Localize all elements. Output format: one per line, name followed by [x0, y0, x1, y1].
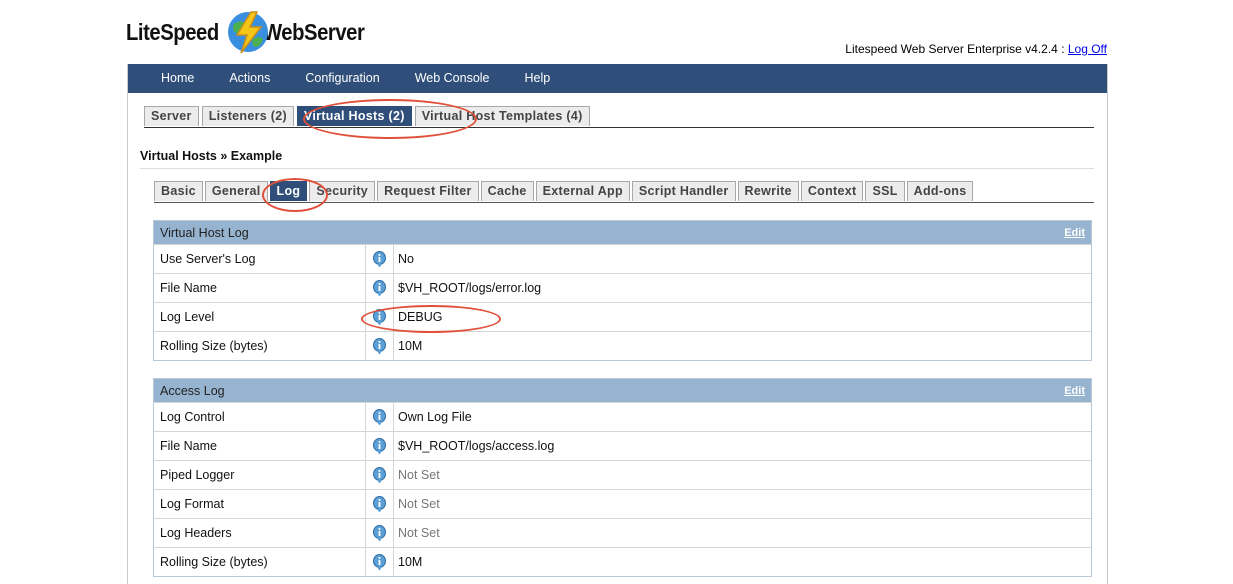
- edit-link[interactable]: Edit: [1064, 227, 1085, 239]
- section-header: Virtual Host Log Edit: [154, 221, 1091, 244]
- logo: LiteSpeed WebServer: [126, 8, 379, 56]
- section-title: Access Log: [160, 383, 225, 398]
- row-value: 10M: [398, 339, 423, 353]
- info-icon[interactable]: [366, 303, 394, 331]
- row-label: Log Level: [154, 303, 366, 331]
- divider: [140, 168, 1094, 169]
- tab-virtual-hosts[interactable]: Virtual Hosts (2): [296, 106, 412, 126]
- row-value: Not Set: [398, 468, 440, 482]
- info-icon[interactable]: [366, 432, 394, 460]
- table-row: Piped Logger Not Set: [154, 460, 1091, 489]
- row-value: Not Set: [398, 497, 440, 511]
- section-header: Access Log Edit: [154, 379, 1091, 402]
- tab-script-handler[interactable]: Script Handler: [631, 181, 736, 201]
- row-label: Log Format: [154, 490, 366, 518]
- edit-link[interactable]: Edit: [1064, 385, 1085, 397]
- main-frame: Home Actions Configuration Web Console H…: [127, 64, 1108, 584]
- breadcrumb: Virtual Hosts » Example: [140, 149, 283, 163]
- logo-text-right: WebServer: [263, 18, 365, 45]
- nav-home[interactable]: Home: [147, 64, 215, 93]
- row-label: Piped Logger: [154, 461, 366, 489]
- product-version: Litespeed Web Server Enterprise v4.2.4 :: [845, 42, 1068, 56]
- tab-cache[interactable]: Cache: [480, 181, 534, 201]
- tab-context[interactable]: Context: [800, 181, 864, 201]
- table-row: Log Headers Not Set: [154, 518, 1091, 547]
- row-label: Use Server's Log: [154, 245, 366, 273]
- tab-add-ons[interactable]: Add-ons: [906, 181, 974, 201]
- tab-ssl[interactable]: SSL: [865, 181, 905, 201]
- info-icon[interactable]: [366, 403, 394, 431]
- tab-basic[interactable]: Basic: [154, 181, 203, 201]
- table-row: File Name $VH_ROOT/logs/error.log: [154, 273, 1091, 302]
- row-label: File Name: [154, 274, 366, 302]
- info-icon[interactable]: [366, 490, 394, 518]
- table-row: Use Server's Log No: [154, 244, 1091, 273]
- table-row: Log Control Own Log File: [154, 402, 1091, 431]
- info-icon[interactable]: [366, 332, 394, 360]
- row-value: $VH_ROOT/logs/access.log: [398, 439, 555, 453]
- row-value: $VH_ROOT/logs/error.log: [398, 281, 542, 295]
- tab-server[interactable]: Server: [144, 106, 199, 126]
- row-label: Rolling Size (bytes): [154, 332, 366, 360]
- nav-help[interactable]: Help: [511, 64, 572, 93]
- nav-configuration[interactable]: Configuration: [291, 64, 400, 93]
- section-title: Virtual Host Log: [160, 225, 249, 240]
- vhost-tabs: Basic General Log Security Request Filte…: [154, 181, 975, 201]
- tab-log[interactable]: Log: [269, 181, 308, 201]
- vhost-log-section: Virtual Host Log Edit Use Server's Log N…: [153, 220, 1092, 361]
- row-value: Own Log File: [398, 410, 472, 424]
- nav-actions[interactable]: Actions: [215, 64, 291, 93]
- info-icon[interactable]: [366, 245, 394, 273]
- table-row: Rolling Size (bytes) 10M: [154, 331, 1091, 360]
- access-log-section: Access Log Edit Log Control Own Log File…: [153, 378, 1092, 577]
- tab-external-app[interactable]: External App: [535, 181, 630, 201]
- tab-request-filter[interactable]: Request Filter: [377, 181, 479, 201]
- divider: [154, 202, 1094, 203]
- tab-security[interactable]: Security: [309, 181, 376, 201]
- row-value: Not Set: [398, 526, 440, 540]
- top-tabs: Server Listeners (2) Virtual Hosts (2) V…: [144, 106, 593, 126]
- info-icon[interactable]: [366, 519, 394, 547]
- info-icon[interactable]: [366, 274, 394, 302]
- logo-text-left: LiteSpeed: [126, 18, 219, 45]
- product-info: Litespeed Web Server Enterprise v4.2.4 :…: [845, 42, 1107, 56]
- tab-listeners[interactable]: Listeners (2): [201, 106, 294, 126]
- row-value: DEBUG: [398, 310, 443, 324]
- tab-rewrite[interactable]: Rewrite: [737, 181, 799, 201]
- row-label: File Name: [154, 432, 366, 460]
- lightning-globe-icon: [225, 9, 271, 55]
- main-nav: Home Actions Configuration Web Console H…: [128, 64, 1107, 93]
- nav-web-console[interactable]: Web Console: [401, 64, 511, 93]
- table-row: Log Format Not Set: [154, 489, 1091, 518]
- table-row: File Name $VH_ROOT/logs/access.log: [154, 431, 1091, 460]
- row-value: No: [398, 252, 414, 266]
- tab-general[interactable]: General: [204, 181, 268, 201]
- logoff-link[interactable]: Log Off: [1068, 42, 1107, 56]
- tab-virtual-host-templates[interactable]: Virtual Host Templates (4): [414, 106, 590, 126]
- row-label: Log Control: [154, 403, 366, 431]
- row-label: Log Headers: [154, 519, 366, 547]
- info-icon[interactable]: [366, 461, 394, 489]
- table-row: Log Level DEBUG: [154, 302, 1091, 331]
- divider: [144, 127, 1094, 128]
